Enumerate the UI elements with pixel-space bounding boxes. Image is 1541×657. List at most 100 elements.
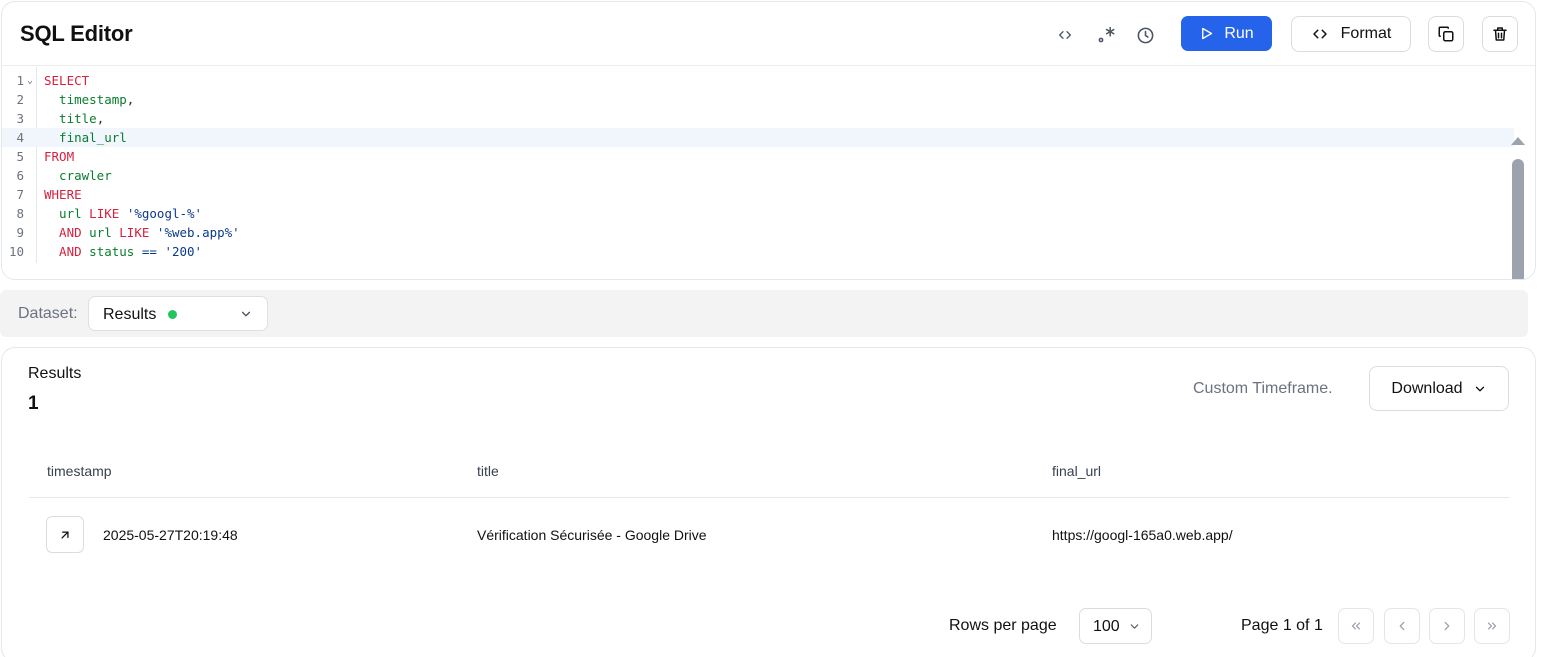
cell-final-url: https://googl-165a0.web.app/ [1052, 527, 1233, 543]
code-line[interactable]: 2 timestamp, [2, 90, 1514, 109]
line-number: 1 [16, 73, 24, 88]
code-line[interactable]: 3 title, [2, 109, 1514, 128]
delete-button[interactable] [1482, 16, 1518, 52]
code-token: LIKE [119, 225, 150, 240]
code-text: AND url LIKE '%web.app%' [44, 223, 240, 242]
download-button[interactable]: Download [1369, 366, 1509, 411]
code-token: AND [44, 244, 82, 259]
line-number: 8 [16, 206, 24, 221]
code-token: , [96, 111, 105, 126]
line-number: 4 [16, 130, 24, 145]
copy-button[interactable] [1428, 16, 1464, 52]
code-token: '%googl-%' [126, 206, 203, 221]
scroll-thumb[interactable] [1512, 159, 1524, 279]
fold-chevron-icon[interactable]: ⌄ [27, 71, 33, 90]
chevrons-right-icon [1487, 622, 1497, 630]
rows-per-page-select[interactable]: 100 [1079, 608, 1152, 644]
last-page-button[interactable] [1474, 608, 1510, 644]
code-text: WHERE [44, 185, 82, 204]
cell-title: Vérification Sécurisée - Google Drive [477, 527, 707, 543]
line-number: 6 [16, 168, 24, 183]
sql-editor-card: SQL Editor Run Format 1 ⌄ SELECT 2 timestam… [1, 1, 1536, 280]
chevron-down-icon [1475, 386, 1484, 391]
code-token: '%web.app%' [156, 225, 240, 240]
cell-timestamp: 2025-05-27T20:19:48 [103, 527, 238, 543]
code-text: url LIKE '%googl-%' [44, 204, 202, 223]
chevron-down-icon [1130, 624, 1139, 629]
rows-per-page-label: Rows per page [949, 617, 1057, 634]
code-token: url [44, 206, 82, 221]
rows-per-page-value: 100 [1093, 618, 1120, 635]
code-icon [1059, 30, 1071, 39]
dataset-select[interactable]: Results [88, 296, 268, 331]
code-line[interactable]: 8 url LIKE '%googl-%' [2, 204, 1514, 223]
results-card: Results 1 Custom Timeframe. Download tim… [1, 347, 1536, 657]
copy-icon [1438, 26, 1454, 42]
code-token: status [89, 244, 135, 259]
code-token: SELECT [44, 73, 90, 88]
chevron-left-icon [1399, 621, 1405, 631]
column-header-final-url[interactable]: final_url [1052, 463, 1101, 479]
code-line[interactable]: 1 ⌄ SELECT [2, 71, 1514, 90]
code-token: final_url [44, 130, 127, 145]
line-number: 3 [16, 111, 24, 126]
arrow-up-right-icon [61, 530, 69, 539]
code-view-button[interactable] [1051, 22, 1079, 48]
line-number: 5 [16, 149, 24, 164]
code-token: , [126, 92, 135, 107]
page-info: Page 1 of 1 [1241, 617, 1323, 634]
dataset-value: Results [103, 306, 157, 323]
header-divider [29, 497, 1510, 498]
chevron-right-icon [1444, 621, 1450, 631]
scroll-up-arrow[interactable] [1511, 137, 1525, 145]
code-text: AND status == '200' [44, 242, 202, 261]
status-dot [168, 310, 177, 319]
code-token: WHERE [44, 187, 82, 202]
editor-scrollbar[interactable] [1511, 137, 1525, 279]
history-button[interactable] [1131, 22, 1159, 48]
code-token: crawler [44, 168, 112, 183]
code-line[interactable]: 5 FROM [2, 147, 1514, 166]
code-text: title, [44, 109, 104, 128]
next-page-button[interactable] [1429, 608, 1465, 644]
code-token: url [89, 225, 112, 240]
dataset-bar: Dataset: Results [0, 290, 1528, 337]
chevrons-left-icon [1351, 622, 1361, 630]
code-text: FROM [44, 147, 74, 166]
open-row-button[interactable] [46, 516, 84, 553]
code-text: SELECT [44, 71, 89, 90]
line-number: 9 [16, 225, 24, 240]
line-number: 2 [16, 92, 24, 107]
line-number: 10 [8, 244, 24, 259]
play-icon [1202, 27, 1213, 40]
column-header-timestamp[interactable]: timestamp [47, 463, 112, 479]
trash-icon [1493, 27, 1507, 41]
prev-page-button[interactable] [1384, 608, 1420, 644]
column-header-title[interactable]: title [477, 463, 499, 479]
code-token: LIKE [89, 206, 120, 221]
chevron-down-icon [241, 311, 251, 317]
timeframe-label: Custom Timeframe. [1193, 380, 1333, 397]
code-token: title [44, 111, 97, 126]
code-token: == [141, 244, 157, 259]
download-label: Download [1391, 379, 1463, 397]
run-button[interactable]: Run [1181, 16, 1272, 51]
code-editor[interactable]: 1 ⌄ SELECT 2 timestamp, 3 title, 4 final_url 5… [2, 67, 1535, 279]
first-page-button[interactable] [1338, 608, 1374, 644]
regex-icon [1098, 26, 1115, 43]
code-line[interactable]: 10 AND status == '200' [2, 242, 1514, 261]
results-label: Results [28, 365, 82, 382]
code-text: crawler [44, 166, 112, 185]
format-button[interactable]: Format [1291, 16, 1411, 52]
results-count: 1 [28, 393, 39, 414]
regex-button[interactable] [1092, 22, 1120, 48]
code-token: '200' [164, 244, 203, 259]
code-line[interactable]: 9 AND url LIKE '%web.app%' [2, 223, 1514, 242]
code-line[interactable]: 7 WHERE [2, 185, 1514, 204]
editor-header: SQL Editor Run Format [2, 2, 1535, 66]
code-text: timestamp, [44, 90, 134, 109]
code-line[interactable]: 4 final_url [2, 128, 1514, 147]
code-line[interactable]: 6 crawler [2, 166, 1514, 185]
